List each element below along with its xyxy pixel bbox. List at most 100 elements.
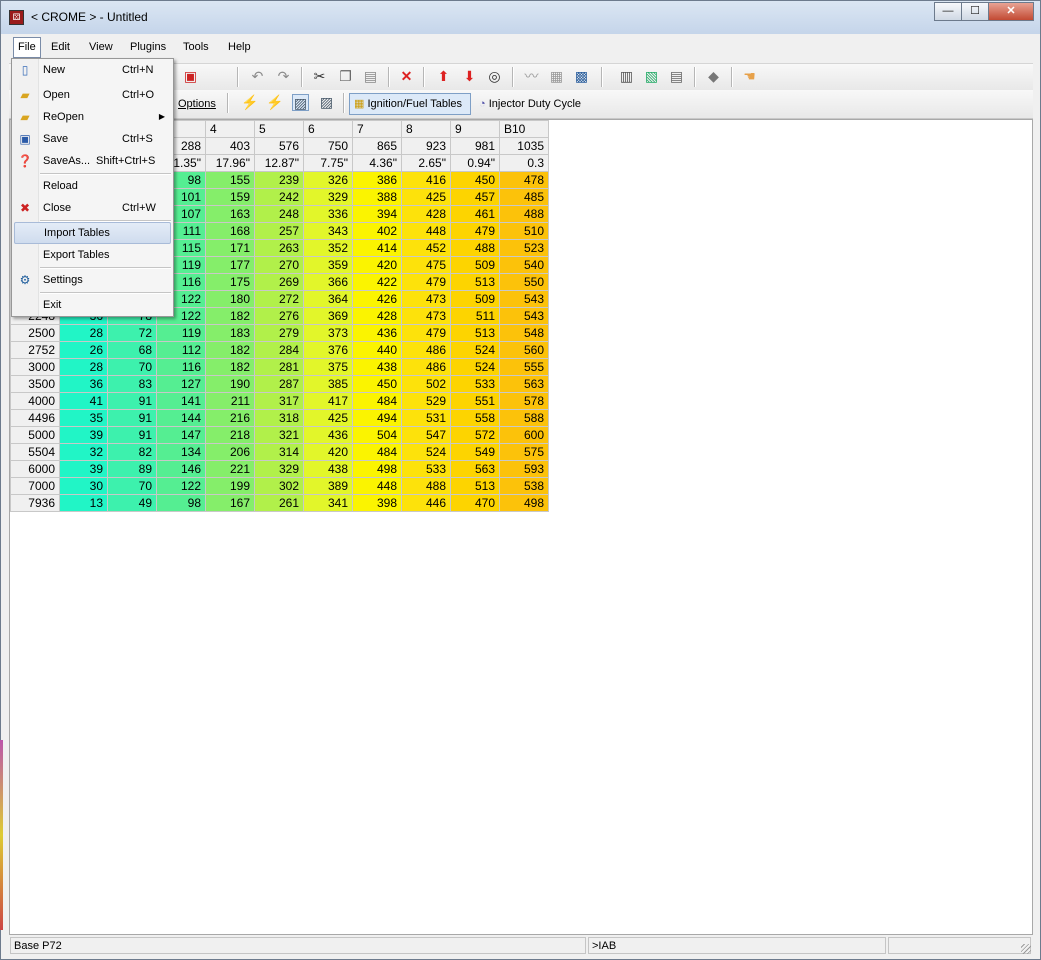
table-cell[interactable]: 543 bbox=[499, 290, 549, 308]
table-cell[interactable]: 39 bbox=[59, 460, 108, 478]
table-cell[interactable]: 479 bbox=[401, 273, 451, 291]
table-cell[interactable]: 422 bbox=[352, 273, 402, 291]
column-header[interactable]: 6 bbox=[303, 120, 353, 138]
map-3d-icon[interactable]: ▩ bbox=[573, 68, 590, 85]
maximize-button[interactable]: ☐ bbox=[961, 2, 989, 21]
arrow-down-icon[interactable]: ⬇ bbox=[461, 68, 478, 85]
table-cell[interactable]: 216 bbox=[205, 409, 255, 427]
redo-icon[interactable]: ↷ bbox=[275, 68, 292, 85]
header-value[interactable]: 17.96" bbox=[205, 154, 255, 172]
table-cell[interactable]: 314 bbox=[254, 443, 304, 461]
menu-item-reload[interactable]: Reload bbox=[14, 175, 171, 197]
table-cell[interactable]: 116 bbox=[156, 358, 206, 376]
table-cell[interactable]: 270 bbox=[254, 256, 304, 274]
table-cell[interactable]: 540 bbox=[499, 256, 549, 274]
table-cell[interactable]: 385 bbox=[303, 375, 353, 393]
table-cell[interactable]: 504 bbox=[352, 426, 402, 444]
table-cell[interactable]: 39 bbox=[59, 426, 108, 444]
ignition-fuel-tables-button[interactable]: ▦ Ignition/Fuel Tables bbox=[349, 93, 471, 115]
table-cell[interactable]: 485 bbox=[499, 188, 549, 206]
rpm-label[interactable]: 3000 bbox=[10, 358, 60, 376]
table-cell[interactable]: 279 bbox=[254, 324, 304, 342]
table-cell[interactable]: 426 bbox=[352, 290, 402, 308]
column-header[interactable]: 4 bbox=[205, 120, 255, 138]
table-cell[interactable]: 89 bbox=[107, 460, 157, 478]
table-cell[interactable]: 91 bbox=[107, 392, 157, 410]
table-cell[interactable]: 36 bbox=[59, 375, 108, 393]
column-header[interactable]: B10 bbox=[499, 120, 549, 138]
header-value[interactable]: 4.36" bbox=[352, 154, 402, 172]
table-cell[interactable]: 49 bbox=[107, 494, 157, 512]
table-cell[interactable]: 326 bbox=[303, 171, 353, 189]
table-cell[interactable]: 318 bbox=[254, 409, 304, 427]
table-cell[interactable]: 563 bbox=[499, 375, 549, 393]
column-header[interactable]: 7 bbox=[352, 120, 402, 138]
table-cell[interactable]: 398 bbox=[352, 494, 402, 512]
table-cell[interactable]: 551 bbox=[450, 392, 500, 410]
table-cell[interactable]: 414 bbox=[352, 239, 402, 257]
table-cell[interactable]: 182 bbox=[205, 307, 255, 325]
table-cell[interactable]: 533 bbox=[450, 375, 500, 393]
table-cell[interactable]: 555 bbox=[499, 358, 549, 376]
table-cell[interactable]: 548 bbox=[499, 324, 549, 342]
table-cell[interactable]: 375 bbox=[303, 358, 353, 376]
table-cell[interactable]: 448 bbox=[352, 477, 402, 495]
copy-icon[interactable]: ❐ bbox=[337, 68, 354, 85]
menu-item-reopen[interactable]: ▰ ReOpen ▶ bbox=[14, 106, 171, 128]
title-bar[interactable]: ⚄ < CROME > - Untitled — ☐ ✕ bbox=[1, 1, 1040, 34]
table-cell[interactable]: 452 bbox=[401, 239, 451, 257]
table-cell[interactable]: 70 bbox=[107, 477, 157, 495]
table-cell[interactable]: 547 bbox=[401, 426, 451, 444]
table-cell[interactable]: 478 bbox=[499, 171, 549, 189]
table-cell[interactable]: 329 bbox=[303, 188, 353, 206]
table-cell[interactable]: 484 bbox=[352, 392, 402, 410]
table-cell[interactable]: 317 bbox=[254, 392, 304, 410]
table-cell[interactable]: 524 bbox=[450, 358, 500, 376]
table-cell[interactable]: 127 bbox=[156, 375, 206, 393]
header-value[interactable]: 2.65" bbox=[401, 154, 451, 172]
table-cell[interactable]: 261 bbox=[254, 494, 304, 512]
table-cell[interactable]: 543 bbox=[499, 307, 549, 325]
menu-item-save[interactable]: ▣ Save Ctrl+S bbox=[14, 128, 171, 150]
menu-item-export-tables[interactable]: Export Tables bbox=[14, 244, 171, 266]
table-cell[interactable]: 30 bbox=[59, 477, 108, 495]
rpm-label[interactable]: 7000 bbox=[10, 477, 60, 495]
table-cell[interactable]: 276 bbox=[254, 307, 304, 325]
header-value[interactable]: 576 bbox=[254, 137, 304, 155]
table-cell[interactable]: 35 bbox=[59, 409, 108, 427]
menu-view[interactable]: View bbox=[85, 37, 117, 58]
table-cell[interactable]: 175 bbox=[205, 273, 255, 291]
table-cell[interactable]: 461 bbox=[450, 205, 500, 223]
table-cell[interactable]: 563 bbox=[450, 460, 500, 478]
table-cell[interactable]: 448 bbox=[401, 222, 451, 240]
table-cell[interactable]: 425 bbox=[401, 188, 451, 206]
table-cell[interactable]: 183 bbox=[205, 324, 255, 342]
column-header[interactable]: 5 bbox=[254, 120, 304, 138]
close-button[interactable]: ✕ bbox=[988, 2, 1034, 21]
grid-icon[interactable]: ▦ bbox=[548, 68, 565, 85]
table-cell[interactable]: 171 bbox=[205, 239, 255, 257]
table-cell[interactable]: 68 bbox=[107, 341, 157, 359]
table-cell[interactable]: 513 bbox=[450, 324, 500, 342]
table-cell[interactable]: 134 bbox=[156, 443, 206, 461]
table-cell[interactable]: 572 bbox=[450, 426, 500, 444]
delete-icon[interactable]: ✕ bbox=[398, 68, 415, 85]
table-cell[interactable]: 163 bbox=[205, 205, 255, 223]
table-cell[interactable]: 206 bbox=[205, 443, 255, 461]
chip-add-icon[interactable]: ▧ bbox=[643, 68, 660, 85]
table-cell[interactable]: 479 bbox=[401, 324, 451, 342]
rpm-label[interactable]: 5504 bbox=[10, 443, 60, 461]
table-cell[interactable]: 257 bbox=[254, 222, 304, 240]
table-cell[interactable]: 486 bbox=[401, 341, 451, 359]
table-cell[interactable]: 28 bbox=[59, 324, 108, 342]
table-cell[interactable]: 558 bbox=[450, 409, 500, 427]
table-cell[interactable]: 122 bbox=[156, 477, 206, 495]
table-cell[interactable]: 488 bbox=[450, 239, 500, 257]
table-cell[interactable]: 91 bbox=[107, 426, 157, 444]
table-cell[interactable]: 524 bbox=[401, 443, 451, 461]
rpm-label[interactable]: 6000 bbox=[10, 460, 60, 478]
table-cell[interactable]: 341 bbox=[303, 494, 353, 512]
header-value[interactable]: 12.87" bbox=[254, 154, 304, 172]
table-cell[interactable]: 549 bbox=[450, 443, 500, 461]
table-cell[interactable]: 510 bbox=[499, 222, 549, 240]
